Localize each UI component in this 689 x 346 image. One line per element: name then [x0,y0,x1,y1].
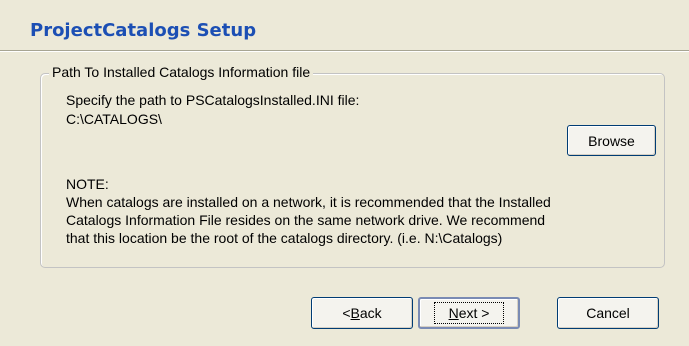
next-button-focus: Next > [433,302,505,324]
note-line-3: that this location be the root of the ca… [66,230,503,246]
back-button[interactable]: < Back [311,297,413,329]
back-button-prefix: < [342,305,351,321]
back-button-accel: B [350,305,360,321]
window-title: ProjectCatalogs Setup [30,20,257,41]
next-button-rest: ext > [458,305,490,321]
header-divider [0,50,689,52]
note-line-2: Catalogs Information File resides on the… [66,212,546,228]
wizard-header: ProjectCatalogs Setup [0,0,689,50]
path-value-text: C:\CATALOGS\ [66,111,162,127]
groupbox-legend: Path To Installed Catalogs Information f… [49,64,314,80]
note-heading: NOTE: [66,176,109,192]
cancel-button[interactable]: Cancel [557,297,659,329]
next-button[interactable]: Next > [418,297,520,329]
note-line-1: When catalogs are installed on a network… [66,194,551,210]
browse-button[interactable]: Browse [567,125,656,156]
back-button-rest: ack [359,305,382,321]
path-prompt-label: Specify the path to PSCatalogsInstalled.… [66,92,360,108]
next-button-accel: N [448,305,459,321]
